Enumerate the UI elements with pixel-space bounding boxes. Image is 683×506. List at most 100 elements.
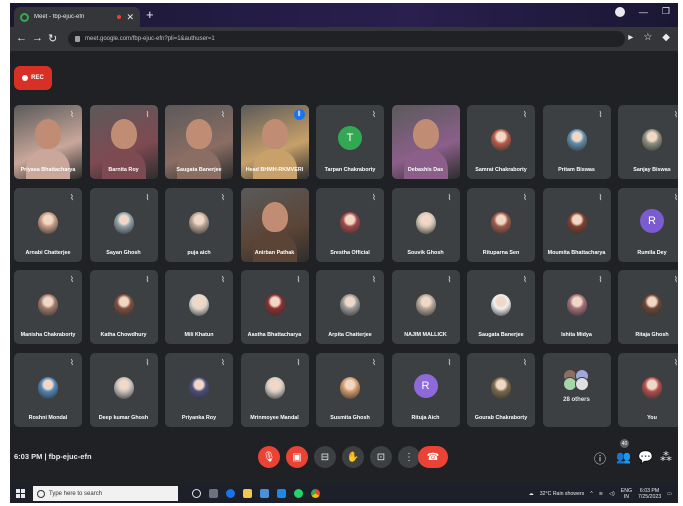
participant-tile[interactable]: ⌇ Mili Khatun [165,270,233,344]
participant-tile[interactable]: ⌇ Sayan Ghosh [89,187,158,262]
participant-tile[interactable]: ⌇ Gourab Chakraborty [467,352,535,427]
chrome-icon[interactable] [311,489,320,498]
avatar-letter: R [421,379,430,392]
participant-tile[interactable]: T ⌇ Tarpan Chakraborty [316,105,384,179]
avatar [642,376,662,399]
participant-tile[interactable]: R ⌇ Rituja Aich [391,352,460,427]
new-tab-button[interactable]: + [146,7,154,23]
participant-tile[interactable]: ⌇ Priyasa Bhattacharya [14,105,82,179]
meet-favicon-icon [20,12,29,22]
mic-off-icon: ⌇ [145,275,150,284]
participant-tile[interactable]: ⦀ Head BHMH-RKMVERI [240,105,309,179]
participant-tile[interactable]: ⌇ You [618,352,678,427]
participant-name: Rumila Dey [637,249,667,256]
participant-tile[interactable]: ⌇ Arpita Chatterjee [316,270,384,344]
minimize-icon[interactable]: — [639,7,648,17]
avatar [38,376,58,399]
participant-tile[interactable]: ⌇ NAJIM MALLICK [391,270,460,344]
volume-icon[interactable]: ◁) [609,491,615,497]
participant-tile[interactable]: ⌇ Deep kumar Ghosh [89,352,158,427]
others-avatar [574,376,589,391]
participant-tile[interactable]: ⌇ Aastha Bhattacharya [240,270,309,344]
address-bar[interactable]: meet.google.com/fbp-ejuc-efn?pli=1&authu… [68,31,625,47]
store-icon[interactable] [260,489,269,498]
taskbar-search-box[interactable]: Type here to search [33,486,178,501]
participant-tile[interactable]: ⌇ Rituparna Sen [467,187,535,262]
participant-tile[interactable]: ⌇ Barnita Roy [89,105,158,179]
mic-off-icon: ⌇ [221,192,225,202]
avatar-initial: R [640,208,664,233]
windows-start-icon[interactable] [16,489,25,498]
file-explorer-icon[interactable] [243,489,252,498]
participant-tile[interactable]: ⌇ Ishita Midya [542,270,611,344]
whatsapp-icon[interactable] [294,489,303,498]
mic-off-icon: ⌇ [145,357,150,367]
present-screen-button[interactable]: ⊡ [370,446,392,468]
language-indicator[interactable]: ENG IN [621,488,632,500]
participant-tile[interactable]: ⌇ Ritaja Ghosh [618,270,678,344]
participant-tile[interactable]: ⌇ Manisha Chakraborty [14,270,82,344]
extensions-icon[interactable]: ◆ [662,32,670,43]
more-options-button[interactable]: ⋮ [398,446,420,468]
participant-tile[interactable]: ⌇ puja aich [165,187,233,262]
participant-tile[interactable]: ⌇ Saugata Banerjee [467,270,535,344]
participant-tile[interactable]: ⌇ Saugata Banerjee [165,105,233,179]
tray-chevron-icon[interactable]: ^ [590,491,592,497]
participant-name: Debashis Das [407,167,444,173]
participant-face [412,119,439,149]
bookmark-star-icon[interactable]: ☆ [643,32,652,43]
participant-tile[interactable]: R ⌇ Rumila Dey [618,187,678,262]
task-view-icon[interactable] [209,489,218,498]
participant-tile[interactable]: ⌇ Srestha Official [316,187,384,262]
people-icon[interactable]: 👥 [616,450,631,464]
avatar-letter: T [346,132,354,144]
chat-icon[interactable]: 💬 [638,450,653,464]
reload-icon[interactable]: ↻ [48,32,57,45]
participant-tile[interactable]: ⌇ Roshni Mondal [14,352,82,427]
meeting-info-icon[interactable]: ⓘ [594,450,606,467]
participant-tile[interactable]: Debashis Das [391,105,460,179]
participant-tile[interactable]: ⌇ Sanjay Biswas [618,105,678,179]
participant-tile[interactable]: ⌇ Pritam Biswas [542,105,611,179]
camera-off-button[interactable]: ▣ [286,446,308,468]
close-tab-icon[interactable]: ✕ [126,12,134,23]
participant-tile[interactable]: ⌇ Arnabi Chatterjee [14,187,82,262]
avatar [113,294,134,316]
participant-tile[interactable]: Anirban Pathak [240,187,309,262]
participant-tile[interactable]: ⌇ Susmita Ghosh [316,352,384,427]
forward-arrow-icon[interactable]: → [32,32,43,44]
participant-tile[interactable]: ⌇ Souvik Ghosh [391,187,460,262]
participant-tile[interactable]: ⌇ Priyanka Roy [165,352,233,427]
notification-icon[interactable]: ▭ [667,491,672,497]
others-avatars [562,368,591,391]
meeting-time: 6:03 PM [14,452,43,461]
participant-name: Rituja Aich [411,414,440,421]
activities-icon[interactable]: ⁂ [660,450,672,464]
microphone-off-button[interactable]: 🎙 [258,446,280,468]
back-arrow-icon[interactable]: ← [16,32,27,44]
mic-off-icon: ⌇ [447,192,452,202]
mic-off-icon: ⌇ [70,110,74,119]
participant-tile[interactable]: ⌇ Katha Chowdhury [89,270,158,344]
profile-icon[interactable] [614,6,625,17]
leave-call-button[interactable]: ☎ [418,446,448,468]
participant-tile[interactable]: 28 others [542,352,611,427]
participant-tile[interactable]: ⌇ Samrat Chakraborty [467,105,535,179]
raise-hand-button[interactable]: ✋ [342,446,364,468]
cortana-icon[interactable] [192,489,201,498]
mail-icon[interactable] [277,489,286,498]
taskbar-clock[interactable]: 6:03 PM 7/25/2023 [638,488,661,500]
participant-tile[interactable]: ⌇ Moumita Bhattacharya [542,187,611,262]
browser-tab[interactable]: Meet - fbp-ejuc-efn ✕ [14,7,140,27]
camera-permission-icon[interactable]: ▸ [628,32,633,43]
captions-button[interactable]: ⊟ [314,446,336,468]
participant-name: Susmita Ghosh [330,414,370,421]
maximize-icon[interactable]: ❐ [662,6,670,17]
mic-off-icon: ⌇ [145,192,150,202]
mic-off-icon: ⌇ [372,357,376,367]
participant-tile[interactable]: ⌇ Mrinmoyee Mandal [240,352,309,427]
mic-off-icon: ⌇ [296,357,301,367]
meeting-code: fbp-ejuc-efn [48,452,92,461]
network-icon[interactable]: ≋ [599,491,603,497]
edge-icon[interactable] [226,489,235,498]
